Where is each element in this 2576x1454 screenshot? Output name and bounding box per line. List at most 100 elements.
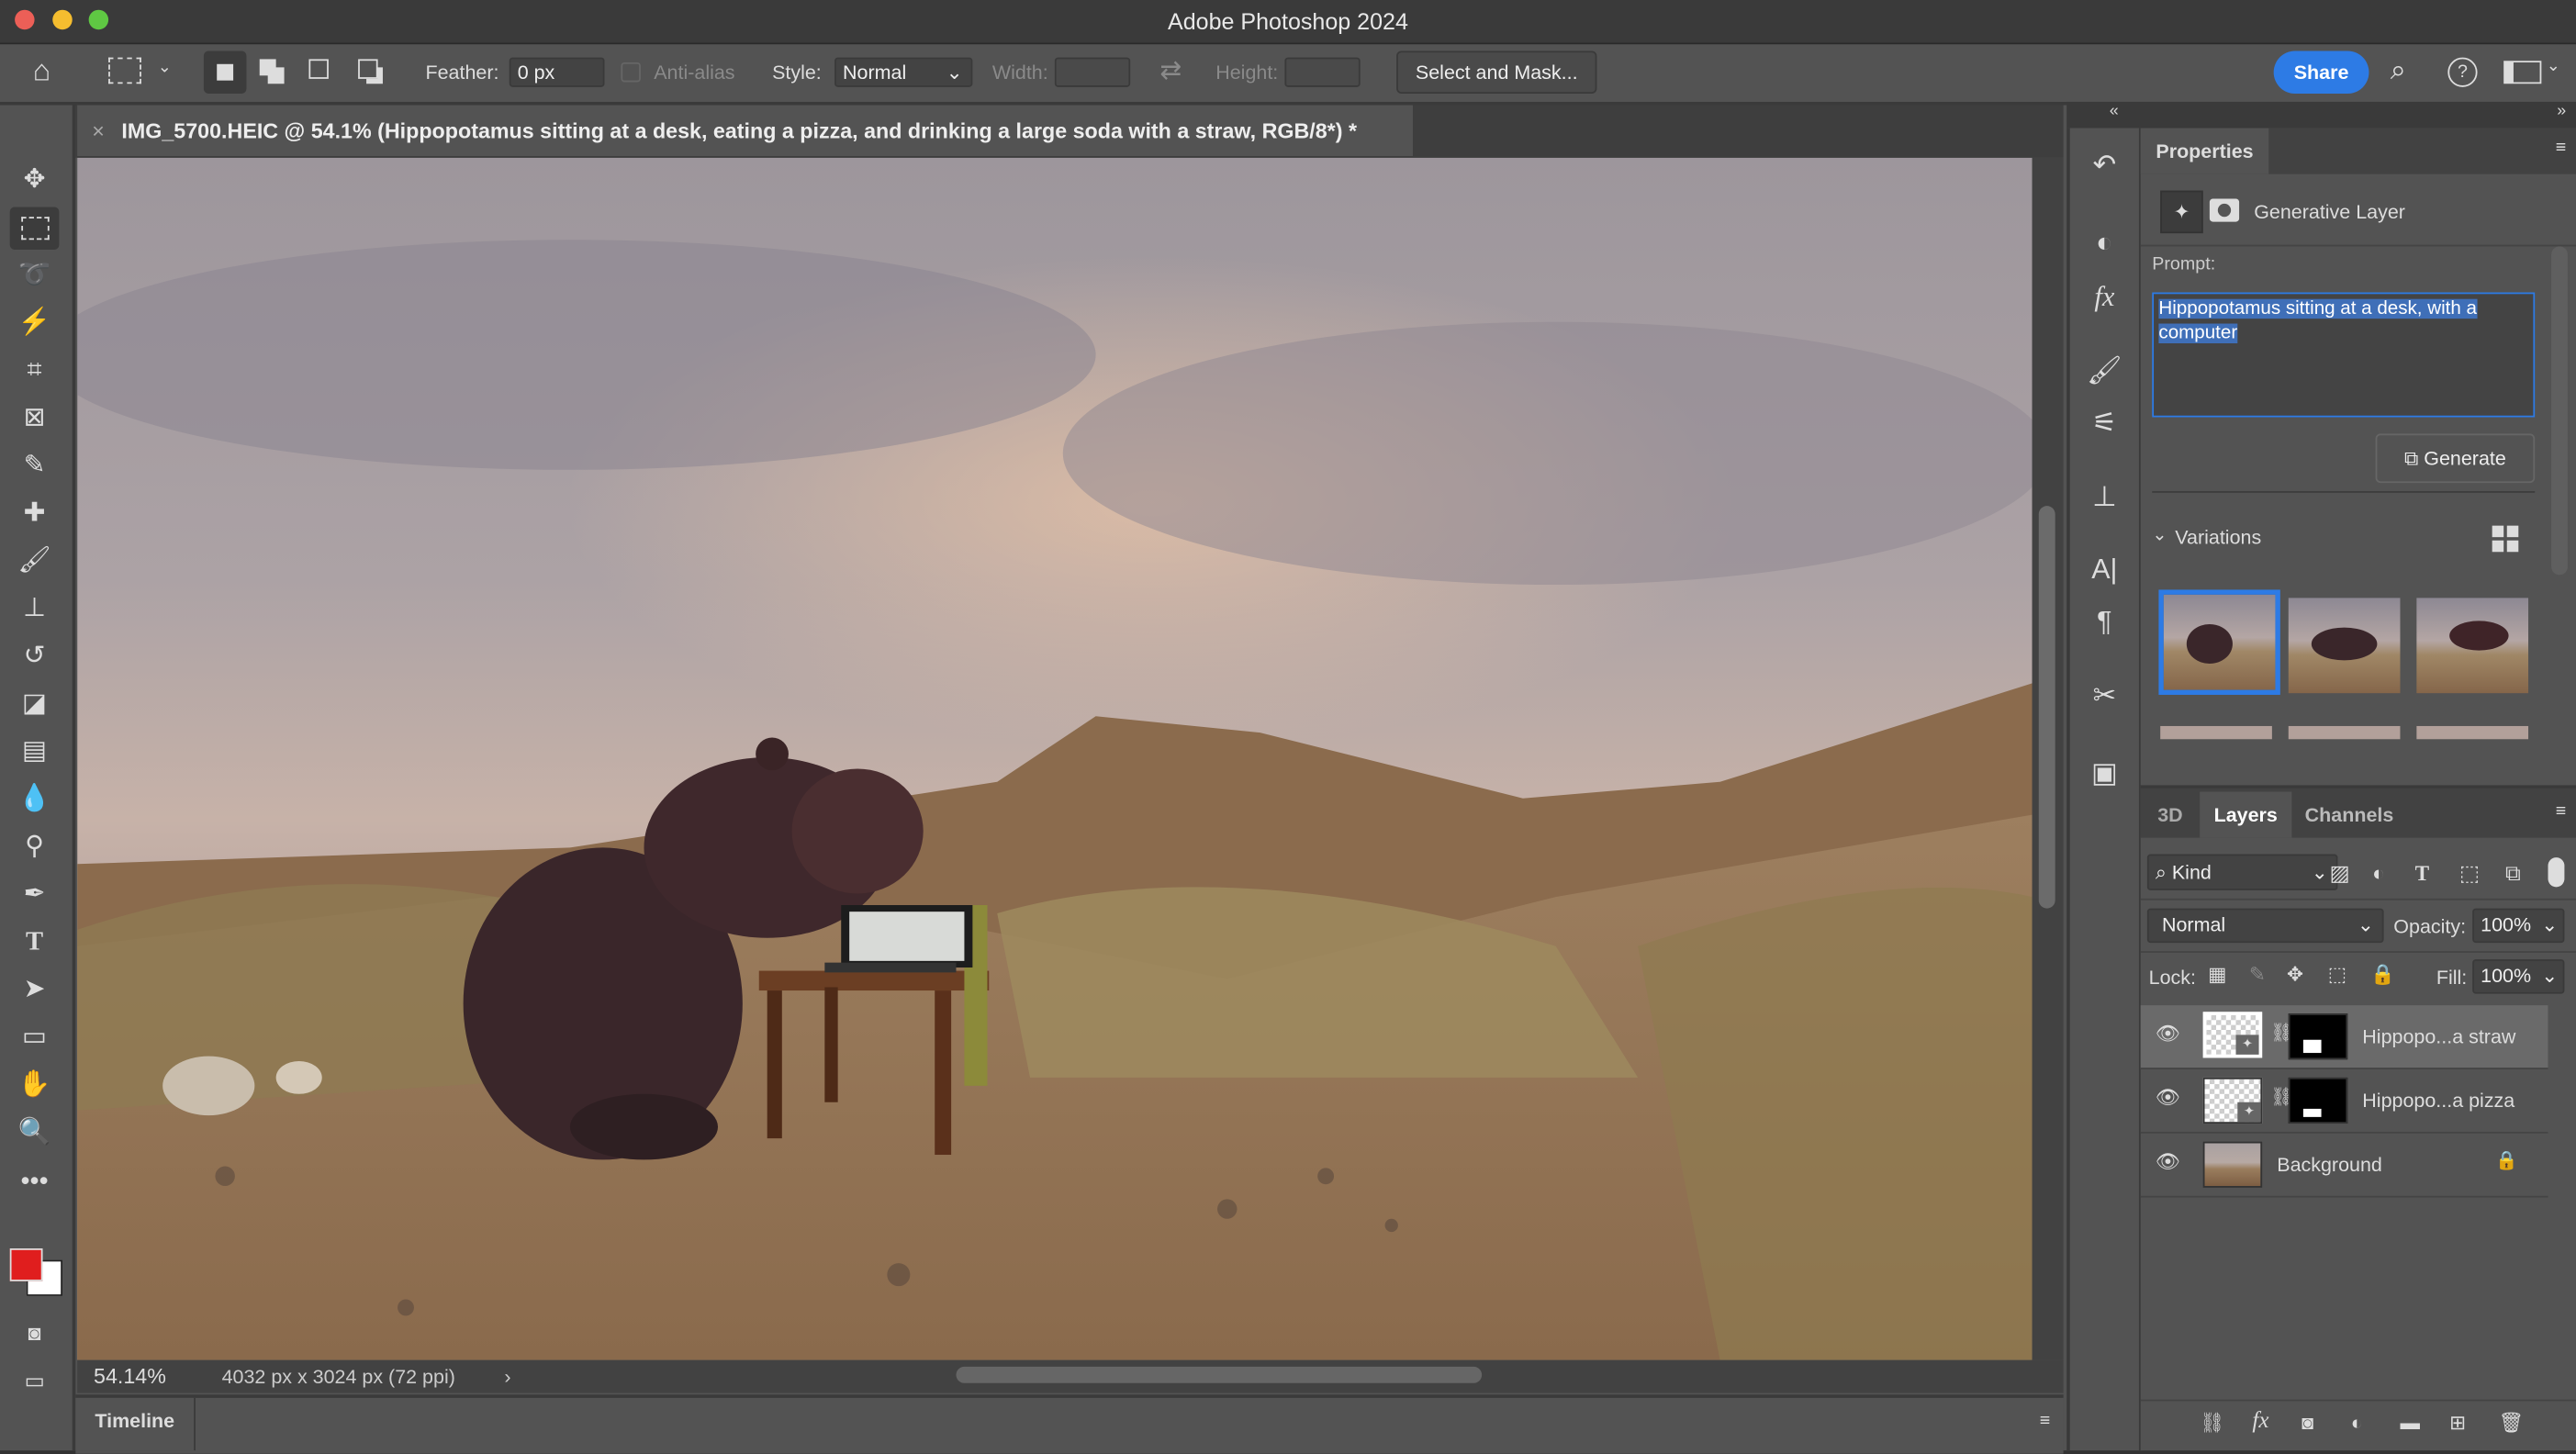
magic-wand-tool-icon[interactable]: ⚡ [13,304,56,343]
close-tab-icon[interactable]: × [92,106,105,156]
lock-image-icon[interactable]: ✎ [2249,963,2266,986]
brush-tool-icon[interactable]: 🖌 [13,542,56,582]
pen-tool-icon[interactable]: ✒ [13,876,56,915]
feather-input[interactable]: 0 px [509,57,605,87]
style-select[interactable]: Normal ⌄ [834,57,973,87]
workspace-icon[interactable] [2503,61,2542,84]
zoom-tool-icon[interactable]: 🔍 [13,1113,56,1153]
visibility-eye-icon[interactable]: 👁 [2156,1022,2180,1045]
styles-fx-icon[interactable]: fx [2083,276,2126,319]
layer-name[interactable]: Background [2277,1153,2382,1176]
marquee-tool[interactable] [9,207,60,251]
document-tab[interactable]: × IMG_5700.HEIC @ 54.1% (Hippopotamus si… [77,105,1413,157]
layer-mask-thumbnail[interactable] [2288,1013,2348,1060]
crop-tool-icon[interactable]: ⌗ [13,352,56,391]
shape-filter-icon[interactable]: ⬚ [2459,861,2480,888]
layer-name[interactable]: Hippopo...a straw [2362,1025,2515,1048]
subtract-selection-button[interactable] [308,59,329,79]
brush-settings-icon[interactable]: 🖌 [2083,350,2126,393]
tab-channels[interactable]: Channels [2291,792,2406,838]
tool-presets-icon[interactable]: ✂ [2083,675,2126,718]
properties-tab[interactable]: Properties [2140,128,2269,174]
eraser-tool-icon[interactable]: ◪ [13,685,56,724]
more-tools-icon[interactable]: ••• [13,1163,56,1202]
variation-thumbnail-6[interactable] [2416,725,2529,740]
tab-3d[interactable]: 3D [2141,792,2200,838]
chevron-down-icon[interactable]: ⌄ [2152,524,2167,545]
chevron-down-icon[interactable]: ⌄ [158,59,172,77]
history-icon[interactable]: ↶ [2083,144,2126,187]
variation-thumbnail-2[interactable] [2288,598,2401,694]
pixel-filter-icon[interactable]: ▨ [2330,861,2350,888]
quick-mask-icon[interactable]: ◙ [13,1314,56,1354]
layer-row[interactable]: 👁 Background 🔒 [2140,1134,2548,1198]
marquee-preset-icon[interactable] [108,57,141,84]
filter-toggle[interactable] [2548,857,2565,888]
image-canvas[interactable] [77,157,2033,1360]
share-button[interactable]: Share [2273,50,2369,95]
layer-filter-select[interactable]: ⌕ Kind ⌄ [2146,854,2338,890]
width-input[interactable] [1054,57,1131,87]
collapse-left-icon[interactable]: « [2110,102,2119,120]
panel-menu-icon[interactable]: ≡ [2040,1411,2050,1430]
generate-button[interactable]: ⧉ Generate [2375,433,2536,484]
healing-brush-tool-icon[interactable]: ✚ [13,495,56,534]
height-input[interactable] [1284,57,1361,87]
zoom-level[interactable]: 54.14% [94,1360,166,1393]
search-icon[interactable]: ⌕ [2391,54,2406,87]
timeline-tab[interactable]: Timeline [75,1397,196,1451]
tab-layers[interactable]: Layers [2200,791,2292,838]
gradient-tool-icon[interactable]: ▤ [13,733,56,772]
frame-tool-icon[interactable]: ⊠ [13,399,56,439]
fill-input[interactable]: 100% ⌄ [2472,959,2565,994]
vertical-scroll-thumb[interactable] [2038,506,2055,909]
clone-stamp-tool-icon[interactable]: ⊥ [13,589,56,629]
dodge-tool-icon[interactable]: ⚲ [13,828,56,867]
visibility-eye-icon[interactable]: 👁 [2156,1086,2180,1109]
hand-tool-icon[interactable]: ✋ [13,1066,56,1105]
select-and-mask-button[interactable]: Select and Mask... [1396,50,1597,95]
blur-tool-icon[interactable]: 💧 [13,780,56,820]
variation-thumbnail-5[interactable] [2288,725,2401,740]
rectangle-tool-icon[interactable]: ▭ [13,1018,56,1057]
add-selection-button[interactable] [259,59,276,76]
brushes-icon[interactable]: ⚟ [2083,402,2126,445]
adjustments-icon[interactable]: ◐ [2083,222,2126,265]
swap-icon[interactable]: ⇄ [1159,54,1182,87]
move-tool-icon[interactable]: ✥ [13,161,56,200]
new-group-icon[interactable]: ▬ [2400,1411,2419,1434]
grid-view-icon[interactable] [2492,525,2504,538]
vertical-scrollbar[interactable] [2032,157,2064,1360]
lock-artboard-icon[interactable]: ⬚ [2328,963,2346,986]
lasso-tool-icon[interactable]: ➰ [13,256,56,296]
prompt-textarea[interactable]: Hippopotamus sitting at a desk, with a c… [2152,292,2536,418]
visibility-eye-icon[interactable]: 👁 [2156,1150,2180,1173]
paragraph-icon[interactable]: ¶ [2083,601,2126,644]
layer-mask-thumbnail[interactable] [2288,1077,2348,1124]
panel-menu-icon[interactable]: ≡ [2556,801,2566,821]
adjustment-layer-icon[interactable]: ◐ [2351,1411,2363,1434]
history-brush-tool-icon[interactable]: ↺ [13,637,56,677]
adjustment-filter-icon[interactable]: ◐ [2372,861,2385,886]
new-selection-button[interactable] [203,50,247,95]
link-layers-icon[interactable]: ⛓ [2200,1411,2224,1434]
layer-row[interactable]: 👁 ✦ ⛓ Hippopo...a straw [2140,1005,2548,1069]
foreground-color-swatch[interactable] [9,1248,43,1281]
screen-mode-icon[interactable]: ▭ [13,1361,56,1401]
collapse-right-icon[interactable]: » [2557,102,2566,120]
blend-mode-select[interactable]: Normal ⌄ [2146,908,2384,944]
layer-name[interactable]: Hippopo...a pizza [2362,1089,2514,1112]
mask-icon[interactable] [2209,198,2240,222]
layer-lock-icon[interactable]: 🔒 [2495,1150,2518,1170]
new-layer-icon[interactable]: ⊞ [2449,1411,2466,1434]
path-selection-tool-icon[interactable]: ➤ [13,971,56,1011]
type-filter-icon[interactable]: T [2415,861,2430,888]
opacity-input[interactable]: 100% ⌄ [2472,908,2565,944]
smart-object-filter-icon[interactable]: ⧉ [2505,861,2521,888]
add-mask-icon[interactable]: ◙ [2302,1411,2313,1434]
layer-row[interactable]: 👁 ✦ ⛓ Hippopo...a pizza [2140,1069,2548,1134]
eyedropper-tool-icon[interactable]: ✎ [13,447,56,487]
type-tool-icon[interactable]: T [13,923,56,963]
anti-alias-checkbox[interactable] [621,62,641,83]
panel-menu-icon[interactable]: ≡ [2556,138,2566,157]
